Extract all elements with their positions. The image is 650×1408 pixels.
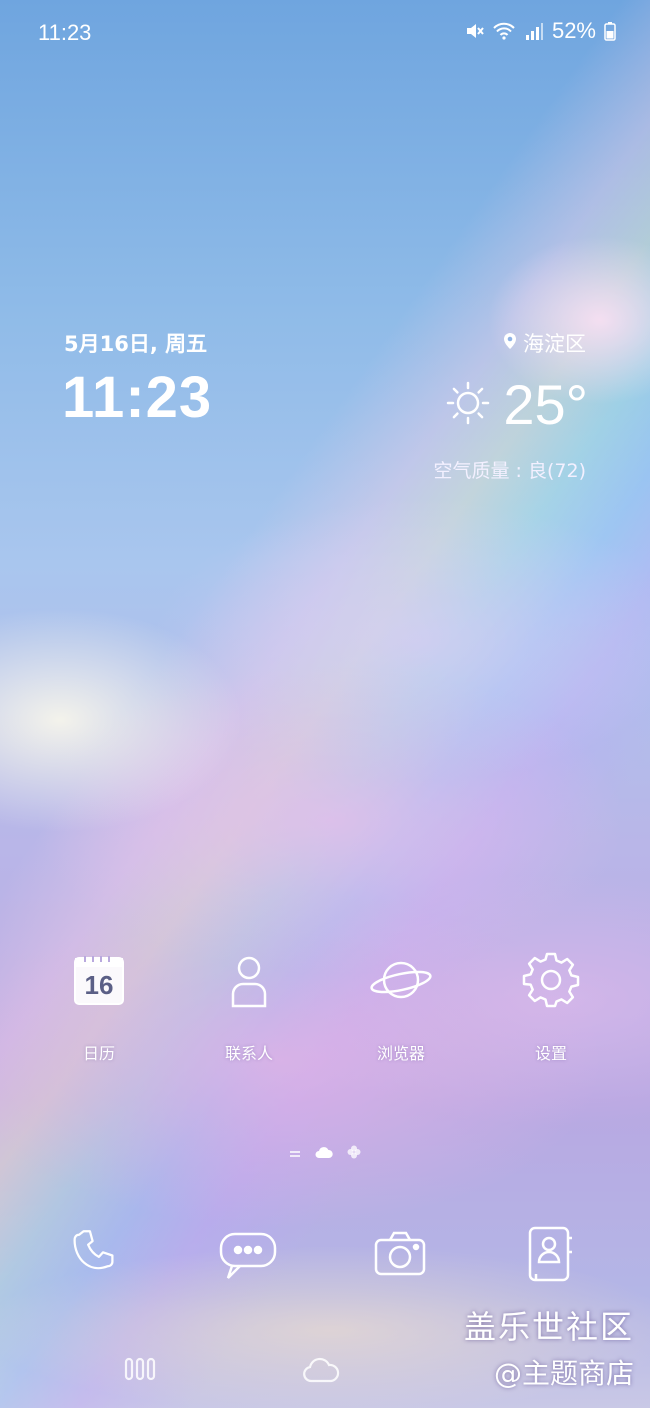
app-contacts[interactable]: 联系人 (184, 948, 314, 1064)
watermark-theme-store: @主题商店 (493, 1357, 634, 1390)
menu-page-icon[interactable] (289, 1144, 301, 1163)
gear-icon (519, 948, 583, 1012)
mute-icon (464, 21, 484, 41)
signal-icon (524, 21, 544, 41)
wifi-icon (492, 21, 516, 41)
recent-apps-button[interactable] (124, 1356, 156, 1386)
widget-location: 海淀区 (503, 328, 586, 358)
status-icons: 52% (464, 18, 616, 44)
home-app-row: 16 日历 联系人 浏览器 设置 (0, 948, 650, 1078)
calendar-icon: 16 (67, 948, 131, 1012)
clock-weather-widget[interactable]: 5月16日, 周五 11:23 海淀区 25° 空气质量 : 良(72) (0, 320, 650, 490)
app-settings[interactable]: 设置 (486, 948, 616, 1064)
camera-icon[interactable] (368, 1222, 432, 1286)
app-label: 日历 (82, 1044, 115, 1063)
app-label: 设置 (534, 1044, 567, 1063)
location-label: 海淀区 (523, 332, 586, 356)
contact-book-icon[interactable] (518, 1222, 582, 1286)
app-calendar[interactable]: 16 日历 (34, 948, 164, 1064)
clover-page-icon[interactable] (347, 1144, 361, 1163)
contacts-person-icon (217, 948, 281, 1012)
temperature: 25° (503, 373, 588, 436)
air-quality: 空气质量 : 良(72) (433, 460, 586, 482)
calendar-day-number: 16 (85, 970, 114, 1000)
watermark-community: 盖乐世社区 (463, 1308, 634, 1346)
status-bar: 11:23 52% (0, 0, 650, 66)
sun-icon (445, 380, 491, 430)
status-time: 11:23 (38, 20, 92, 45)
dock (0, 1222, 650, 1292)
battery-icon (604, 21, 616, 41)
app-browser[interactable]: 浏览器 (336, 948, 466, 1064)
cloud-page-icon[interactable] (315, 1144, 333, 1163)
widget-time: 11:23 (62, 365, 213, 430)
location-pin-icon (503, 331, 517, 355)
app-label: 浏览器 (376, 1044, 425, 1063)
phone-icon[interactable] (64, 1222, 128, 1286)
message-bubble-icon[interactable] (216, 1222, 280, 1286)
home-button[interactable] (302, 1356, 340, 1388)
app-label: 联系人 (224, 1044, 273, 1063)
widget-date: 5月16日, 周五 (64, 332, 208, 356)
weather-current: 25° (445, 372, 588, 437)
battery-percent: 52% (551, 18, 596, 43)
page-indicator[interactable] (0, 1144, 650, 1162)
planet-browser-icon (369, 948, 433, 1012)
